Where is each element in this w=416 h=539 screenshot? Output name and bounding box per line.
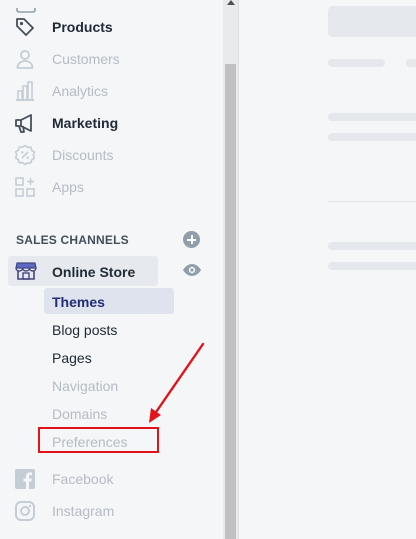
plus-circle-icon[interactable] bbox=[183, 231, 200, 248]
sidebar-item-analytics[interactable]: Analytics bbox=[0, 77, 223, 105]
skeleton-line bbox=[406, 59, 416, 67]
bar-chart-icon bbox=[14, 80, 36, 102]
sales-channels-heading: SALES CHANNELS bbox=[16, 233, 129, 247]
skeleton-divider bbox=[328, 201, 416, 202]
scroll-up-arrow-icon[interactable] bbox=[227, 0, 235, 5]
sidebar-item-label: Facebook bbox=[52, 471, 114, 487]
sidebar-subitem-label: Pages bbox=[52, 350, 92, 366]
partial-nav-icon bbox=[16, 0, 36, 13]
sidebar-item-apps[interactable]: Apps bbox=[0, 173, 223, 201]
annotation-highlight-box bbox=[38, 427, 159, 453]
skeleton-title-block bbox=[328, 6, 416, 37]
skeleton-line bbox=[328, 242, 416, 250]
sidebar-item-marketing[interactable]: Marketing bbox=[0, 109, 223, 137]
skeleton-line bbox=[328, 133, 416, 141]
sidebar-item-label: Instagram bbox=[52, 503, 115, 519]
sidebar-subitem-label: Blog posts bbox=[52, 322, 118, 338]
sidebar-item-facebook[interactable]: Facebook bbox=[0, 465, 223, 493]
eye-icon[interactable] bbox=[182, 263, 202, 277]
sidebar-item-label: Customers bbox=[52, 51, 120, 67]
megaphone-icon bbox=[14, 112, 36, 134]
sidebar-subitem-label: Navigation bbox=[52, 378, 119, 394]
sidebar-item-discounts[interactable]: Discounts bbox=[0, 141, 223, 169]
sidebar-item-label: Apps bbox=[52, 179, 84, 195]
skeleton-line bbox=[328, 113, 416, 121]
main-content-skeleton bbox=[239, 0, 416, 539]
tag-icon bbox=[14, 16, 36, 38]
facebook-icon bbox=[14, 468, 36, 490]
sidebar-subitem-themes[interactable]: Themes bbox=[44, 288, 174, 314]
instagram-icon bbox=[14, 500, 36, 522]
annotation-arrow-icon bbox=[149, 342, 205, 423]
discount-badge-icon bbox=[14, 144, 36, 166]
apps-grid-icon bbox=[14, 176, 36, 198]
sidebar-item-label: Online Store bbox=[52, 264, 136, 280]
sidebar-item-online-store[interactable]: Online Store bbox=[8, 256, 158, 286]
sidebar-subitem-label: Themes bbox=[52, 294, 105, 310]
scrollbar-thumb[interactable] bbox=[225, 64, 236, 539]
sidebar-item-label: Analytics bbox=[52, 83, 109, 99]
storefront-icon bbox=[15, 261, 37, 281]
sidebar-subitem-label: Domains bbox=[52, 406, 108, 422]
sidebar-item-products[interactable]: Products bbox=[0, 13, 223, 41]
sidebar: Products Customers Analytics Marketing D… bbox=[0, 0, 223, 539]
sidebar-item-label: Products bbox=[52, 19, 113, 35]
sidebar-item-label: Marketing bbox=[52, 115, 119, 131]
sidebar-item-customers[interactable]: Customers bbox=[0, 45, 223, 73]
skeleton-line bbox=[328, 262, 416, 270]
sidebar-item-label: Discounts bbox=[52, 147, 114, 163]
sidebar-item-instagram[interactable]: Instagram bbox=[0, 497, 223, 525]
skeleton-line bbox=[328, 59, 385, 67]
person-icon bbox=[14, 48, 36, 70]
